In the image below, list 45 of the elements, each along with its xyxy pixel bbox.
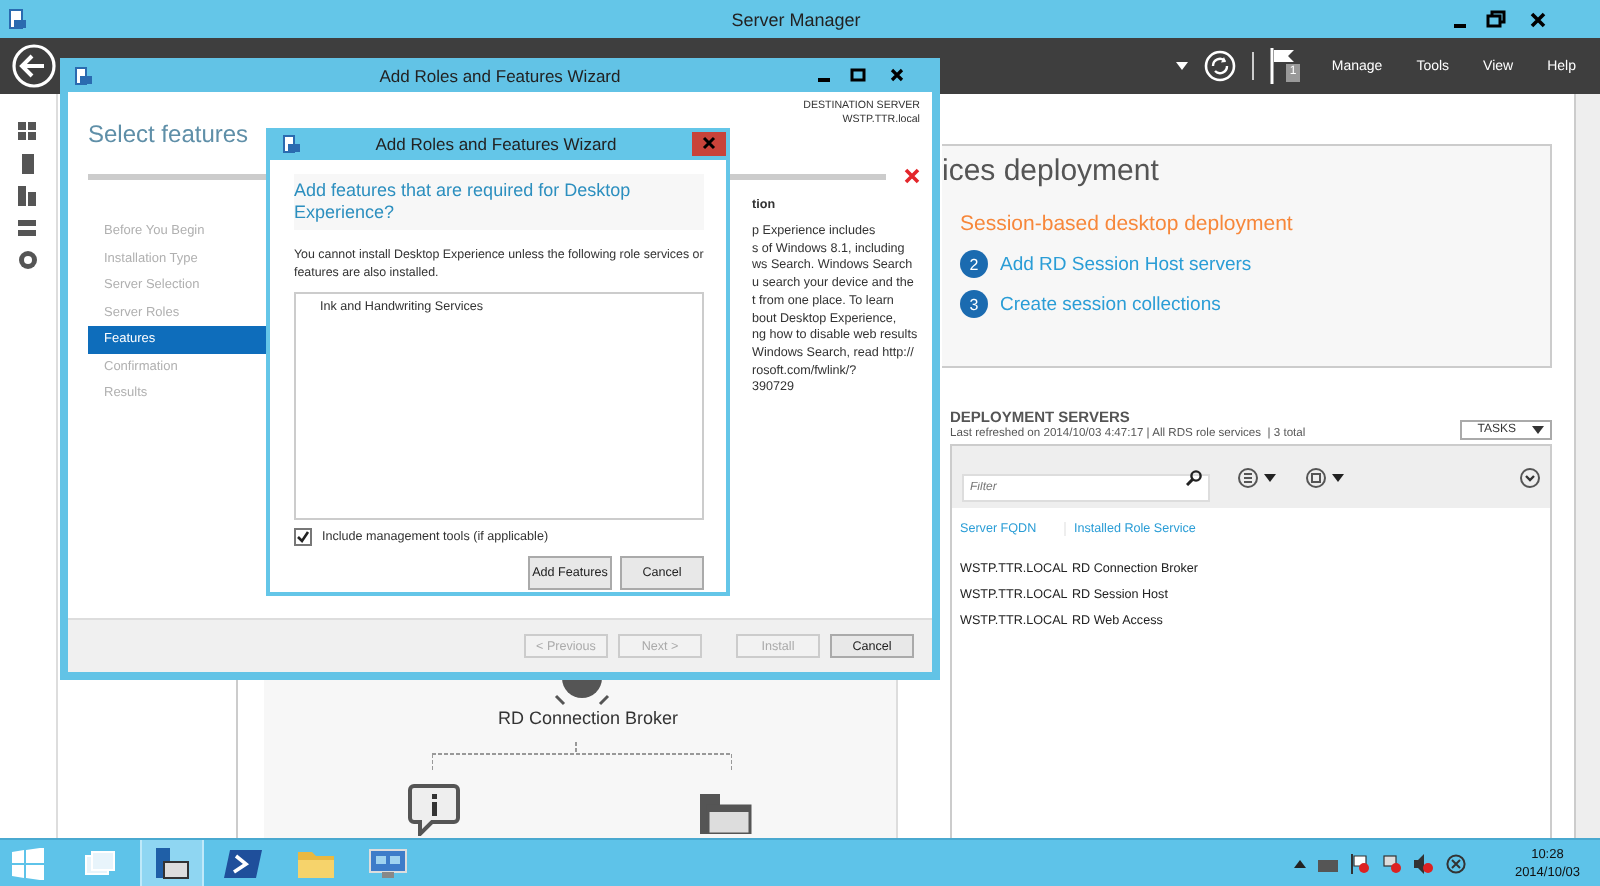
server-icon[interactable] bbox=[18, 154, 38, 174]
caret-icon[interactable] bbox=[1175, 62, 1188, 70]
taskbar-app[interactable] bbox=[140, 840, 204, 886]
servers-icon[interactable] bbox=[18, 186, 38, 206]
window-title: Add Roles and Features Wizard bbox=[377, 65, 623, 85]
keyboard-icon[interactable] bbox=[1318, 855, 1339, 871]
list-options-icon[interactable] bbox=[1238, 467, 1278, 487]
checkbox[interactable] bbox=[294, 528, 312, 546]
network-icon[interactable] bbox=[1382, 853, 1403, 873]
window-title: Server Manager bbox=[729, 9, 863, 29]
storage-icon[interactable] bbox=[18, 218, 38, 238]
server-icon bbox=[8, 8, 28, 30]
back-icon[interactable] bbox=[12, 44, 56, 88]
speaker-icon[interactable] bbox=[1414, 853, 1435, 873]
search-icon bbox=[1186, 469, 1202, 485]
dashboard-icon[interactable] bbox=[18, 122, 38, 142]
server-icon bbox=[152, 845, 192, 881]
dialog-title: Add Roles and Features Wizard bbox=[373, 134, 619, 154]
panel-title: ices deployment bbox=[942, 154, 1161, 188]
checkmark-icon bbox=[296, 530, 310, 544]
cancel-icon[interactable] bbox=[1446, 853, 1467, 873]
error-icon bbox=[904, 168, 920, 184]
folder-icon bbox=[296, 847, 336, 879]
scrollbar[interactable] bbox=[1574, 94, 1600, 838]
flag-icon[interactable] bbox=[1350, 853, 1371, 873]
terminal-icon bbox=[224, 847, 264, 879]
services-icon[interactable] bbox=[18, 250, 38, 270]
server-icon bbox=[74, 65, 92, 85]
refresh-icon[interactable] bbox=[1203, 50, 1236, 82]
dialog-heading: Add features that are required for Desktop Experience? bbox=[294, 174, 704, 230]
caret-icon bbox=[1532, 426, 1544, 434]
server-icon bbox=[282, 134, 300, 154]
panel-subtitle: Session-based desktop deployment bbox=[960, 212, 1295, 236]
window-icon bbox=[84, 849, 116, 877]
node-label: RD Connection Broker bbox=[498, 708, 679, 728]
step-number: 2 bbox=[960, 250, 988, 278]
step-link[interactable]: Add RD Session Host servers bbox=[1000, 253, 1252, 275]
flag-icon[interactable] bbox=[1269, 48, 1298, 84]
remote-desktop-icon bbox=[368, 847, 408, 879]
caret-icon[interactable] bbox=[1294, 859, 1307, 867]
page-heading: Select features bbox=[88, 120, 249, 148]
step-number: 3 bbox=[960, 290, 988, 318]
save-options-icon[interactable] bbox=[1306, 467, 1346, 487]
expand-icon[interactable] bbox=[1520, 467, 1540, 487]
step-link[interactable]: Create session collections bbox=[1000, 293, 1221, 315]
